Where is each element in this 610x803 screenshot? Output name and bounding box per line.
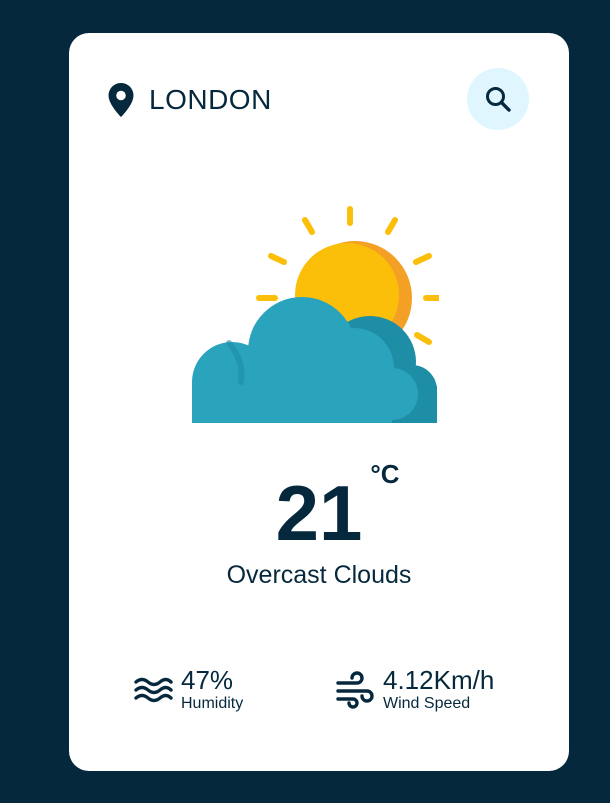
waves-icon [134,677,173,703]
map-pin-icon [108,83,134,117]
weather-description: Overcast Clouds [226,561,412,589]
wind-stat: 4.12Km/h Wind Speed [335,666,494,714]
wind-label: Wind Speed [383,695,471,712]
temperature-display: 21 °C [69,459,569,563]
temperature-unit: °C [370,459,400,489]
wind-value: 4.12Km/h [383,665,495,695]
location: LONDON [107,83,272,117]
humidity-value: 47% [181,665,234,695]
search-button[interactable] [467,68,529,130]
wind-icon [336,671,374,709]
humidity-label: Humidity [181,695,244,712]
temperature-value: 21 °C [275,459,400,557]
humidity-stat: 47% Humidity [133,666,243,714]
sun-behind-cloud-icon [192,206,439,423]
city-name: LONDON [149,84,272,115]
search-icon [486,87,511,112]
weather-card: LONDON 21 °C Overcast Clouds 47% Humidit… [69,33,569,771]
